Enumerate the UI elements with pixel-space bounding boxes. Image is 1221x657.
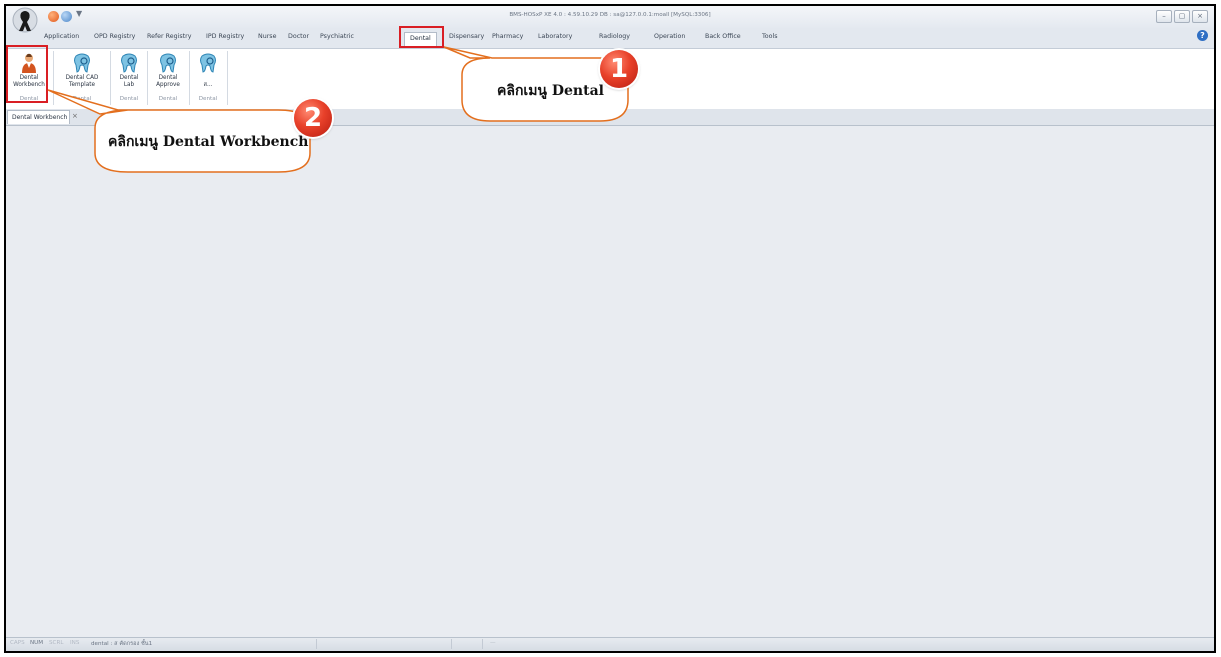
- step-badge-1: 1: [600, 50, 638, 88]
- callout-shapes: [47, 46, 629, 173]
- callout-1-text: คลิกเมนู Dental: [497, 83, 604, 99]
- step-badge-2: 2: [294, 99, 332, 137]
- callout-2-text: คลิกเมนู Dental Workbench: [108, 134, 309, 150]
- app-logo-icon[interactable]: [12, 7, 38, 41]
